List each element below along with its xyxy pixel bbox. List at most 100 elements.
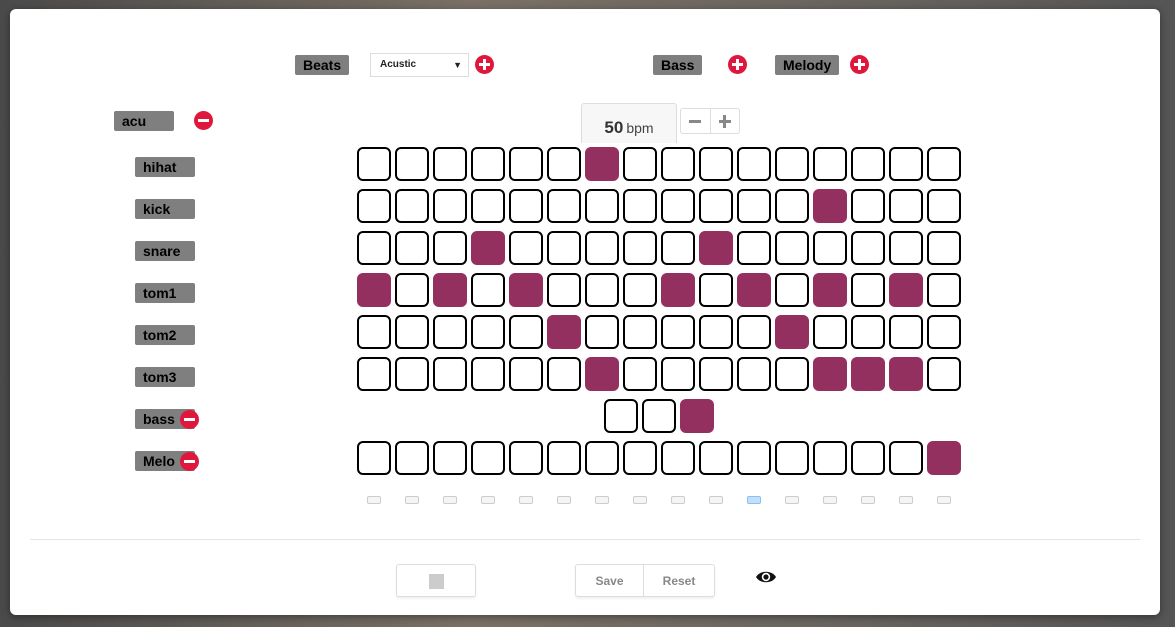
step-kick-4[interactable]	[471, 189, 505, 223]
step-hihat-8[interactable]	[623, 147, 657, 181]
step-tom2-9[interactable]	[661, 315, 695, 349]
step-melo-6[interactable]	[547, 441, 581, 475]
step-tom1-9[interactable]	[661, 273, 695, 307]
step-tom2-15[interactable]	[889, 315, 923, 349]
step-tom1-7[interactable]	[585, 273, 619, 307]
step-tom3-16[interactable]	[927, 357, 961, 391]
step-snare-11[interactable]	[737, 231, 771, 265]
step-snare-3[interactable]	[433, 231, 467, 265]
step-tom1-11[interactable]	[737, 273, 771, 307]
step-tom1-4[interactable]	[471, 273, 505, 307]
step-tom1-2[interactable]	[395, 273, 429, 307]
step-hihat-5[interactable]	[509, 147, 543, 181]
step-kick-12[interactable]	[775, 189, 809, 223]
step-snare-8[interactable]	[623, 231, 657, 265]
step-tom3-14[interactable]	[851, 357, 885, 391]
track-bass-remove-minus-icon[interactable]	[180, 410, 199, 429]
step-tom2-5[interactable]	[509, 315, 543, 349]
step-tom2-7[interactable]	[585, 315, 619, 349]
step-snare-14[interactable]	[851, 231, 885, 265]
step-snare-1[interactable]	[357, 231, 391, 265]
step-tom3-9[interactable]	[661, 357, 695, 391]
step-tom2-16[interactable]	[927, 315, 961, 349]
step-melo-11[interactable]	[737, 441, 771, 475]
step-tom3-1[interactable]	[357, 357, 391, 391]
step-tom1-13[interactable]	[813, 273, 847, 307]
step-melo-2[interactable]	[395, 441, 429, 475]
step-hihat-2[interactable]	[395, 147, 429, 181]
step-snare-16[interactable]	[927, 231, 961, 265]
step-tom2-6[interactable]	[547, 315, 581, 349]
step-kick-7[interactable]	[585, 189, 619, 223]
step-melo-12[interactable]	[775, 441, 809, 475]
tempo-decrease-button[interactable]	[681, 109, 711, 133]
step-tom3-13[interactable]	[813, 357, 847, 391]
step-hihat-13[interactable]	[813, 147, 847, 181]
step-melo-3[interactable]	[433, 441, 467, 475]
step-hihat-16[interactable]	[927, 147, 961, 181]
step-tom3-2[interactable]	[395, 357, 429, 391]
step-hihat-11[interactable]	[737, 147, 771, 181]
add-bass-plus-icon[interactable]	[728, 55, 747, 74]
step-tom2-2[interactable]	[395, 315, 429, 349]
step-tom1-8[interactable]	[623, 273, 657, 307]
step-hihat-7[interactable]	[585, 147, 619, 181]
step-hihat-9[interactable]	[661, 147, 695, 181]
step-melo-13[interactable]	[813, 441, 847, 475]
step-tom2-1[interactable]	[357, 315, 391, 349]
step-tom3-11[interactable]	[737, 357, 771, 391]
step-tom1-6[interactable]	[547, 273, 581, 307]
step-tom2-4[interactable]	[471, 315, 505, 349]
step-kick-11[interactable]	[737, 189, 771, 223]
step-kick-1[interactable]	[357, 189, 391, 223]
step-hihat-14[interactable]	[851, 147, 885, 181]
step-hihat-6[interactable]	[547, 147, 581, 181]
step-kick-16[interactable]	[927, 189, 961, 223]
tempo-increase-button[interactable]	[711, 109, 740, 133]
kit-select[interactable]: Acustic ▼	[370, 53, 469, 77]
step-snare-5[interactable]	[509, 231, 543, 265]
step-hihat-4[interactable]	[471, 147, 505, 181]
step-tom2-10[interactable]	[699, 315, 733, 349]
step-melo-1[interactable]	[357, 441, 391, 475]
step-snare-6[interactable]	[547, 231, 581, 265]
step-tom2-3[interactable]	[433, 315, 467, 349]
add-melody-plus-icon[interactable]	[850, 55, 869, 74]
step-kick-3[interactable]	[433, 189, 467, 223]
step-tom2-12[interactable]	[775, 315, 809, 349]
step-tom1-12[interactable]	[775, 273, 809, 307]
step-hihat-1[interactable]	[357, 147, 391, 181]
add-beats-plus-icon[interactable]	[475, 55, 494, 74]
step-kick-9[interactable]	[661, 189, 695, 223]
step-tom3-7[interactable]	[585, 357, 619, 391]
step-kick-8[interactable]	[623, 189, 657, 223]
step-melo-9[interactable]	[661, 441, 695, 475]
step-tom1-16[interactable]	[927, 273, 961, 307]
step-hihat-3[interactable]	[433, 147, 467, 181]
step-snare-4[interactable]	[471, 231, 505, 265]
step-tom2-8[interactable]	[623, 315, 657, 349]
step-snare-12[interactable]	[775, 231, 809, 265]
step-tom1-1[interactable]	[357, 273, 391, 307]
step-tom1-15[interactable]	[889, 273, 923, 307]
step-melo-16[interactable]	[927, 441, 961, 475]
step-tom3-4[interactable]	[471, 357, 505, 391]
step-tom1-14[interactable]	[851, 273, 885, 307]
step-bass-2[interactable]	[642, 399, 676, 433]
eye-icon[interactable]	[755, 569, 777, 585]
step-tom1-10[interactable]	[699, 273, 733, 307]
step-tom3-5[interactable]	[509, 357, 543, 391]
step-kick-14[interactable]	[851, 189, 885, 223]
step-melo-15[interactable]	[889, 441, 923, 475]
step-melo-14[interactable]	[851, 441, 885, 475]
step-snare-7[interactable]	[585, 231, 619, 265]
step-kick-2[interactable]	[395, 189, 429, 223]
step-tom3-15[interactable]	[889, 357, 923, 391]
step-kick-5[interactable]	[509, 189, 543, 223]
step-tom3-10[interactable]	[699, 357, 733, 391]
step-melo-7[interactable]	[585, 441, 619, 475]
step-melo-4[interactable]	[471, 441, 505, 475]
step-kick-10[interactable]	[699, 189, 733, 223]
step-tom3-8[interactable]	[623, 357, 657, 391]
step-melo-5[interactable]	[509, 441, 543, 475]
